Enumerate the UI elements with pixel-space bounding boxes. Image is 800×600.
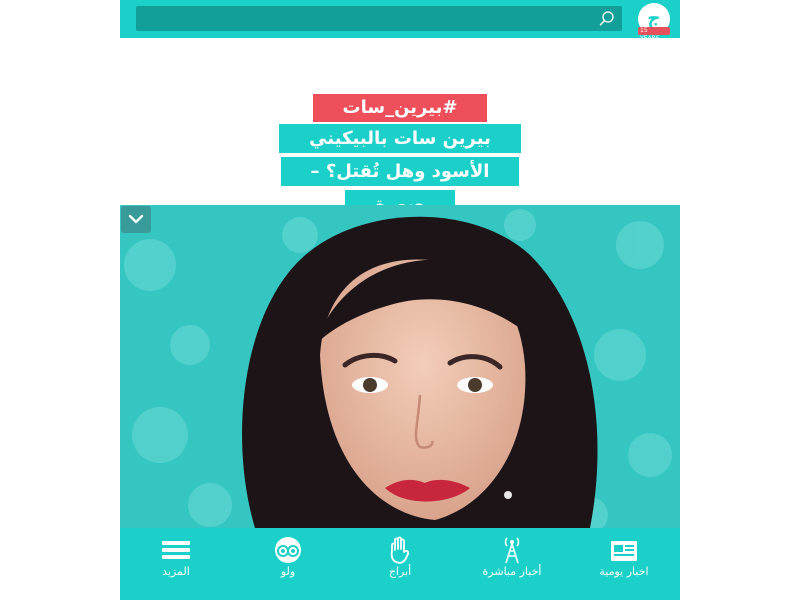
- hero-illustration: [120, 205, 680, 528]
- hashtag-link[interactable]: #بيرين_سات: [312, 94, 488, 122]
- nav-label-live-news: أخبار مباشرة: [482, 565, 542, 578]
- chevron-down-icon: [128, 214, 144, 224]
- broadcast-tower-icon: [504, 537, 520, 564]
- menu-icon: [162, 541, 190, 559]
- nav-label-walaw: ولو: [280, 565, 296, 578]
- nav-item-more[interactable]: المزيد: [120, 532, 232, 582]
- nav-item-live-news[interactable]: أخبار مباشرة: [456, 532, 568, 582]
- logo-badge: 15 YEARS: [638, 27, 670, 42]
- nav-label-horoscopes: أبراج: [388, 565, 412, 578]
- bottom-nav: المزيد ولو أبراج أخبار مباشرة اخبار يومي…: [120, 528, 680, 600]
- search-bar[interactable]: [136, 6, 622, 31]
- hand-icon: [390, 536, 410, 564]
- article-title-block: #بيرين_سات بيرين سات بالبيكيني الأسود وه…: [120, 92, 680, 219]
- search-input[interactable]: [136, 6, 598, 31]
- nav-label-more: المزيد: [162, 565, 190, 578]
- collapse-button[interactable]: [121, 206, 151, 233]
- nav-label-daily-news: اخبار يومية: [599, 565, 649, 578]
- article-hero-image: [120, 205, 680, 528]
- top-bar: ج 15 YEARS: [120, 0, 680, 42]
- article-header: #بيرين_سات بيرين سات بالبيكيني الأسود وه…: [120, 38, 680, 219]
- nav-item-horoscopes[interactable]: أبراج: [344, 532, 456, 582]
- nav-item-daily-news[interactable]: اخبار يومية: [568, 532, 680, 582]
- site-logo[interactable]: ج 15 YEARS: [638, 3, 670, 42]
- article-title-line-1: بيرين سات بالبيكيني: [279, 124, 521, 153]
- article-title-line-2: الأسود وهل تُقتل؟ –: [280, 157, 520, 186]
- app-frame: ج 15 YEARS #بيرين_سات بيرين سات بالبيكين…: [120, 0, 680, 600]
- owl-eyes-icon: [275, 537, 301, 563]
- nav-item-walaw[interactable]: ولو: [232, 532, 344, 582]
- search-icon[interactable]: [598, 10, 616, 28]
- newspaper-icon: [611, 541, 637, 561]
